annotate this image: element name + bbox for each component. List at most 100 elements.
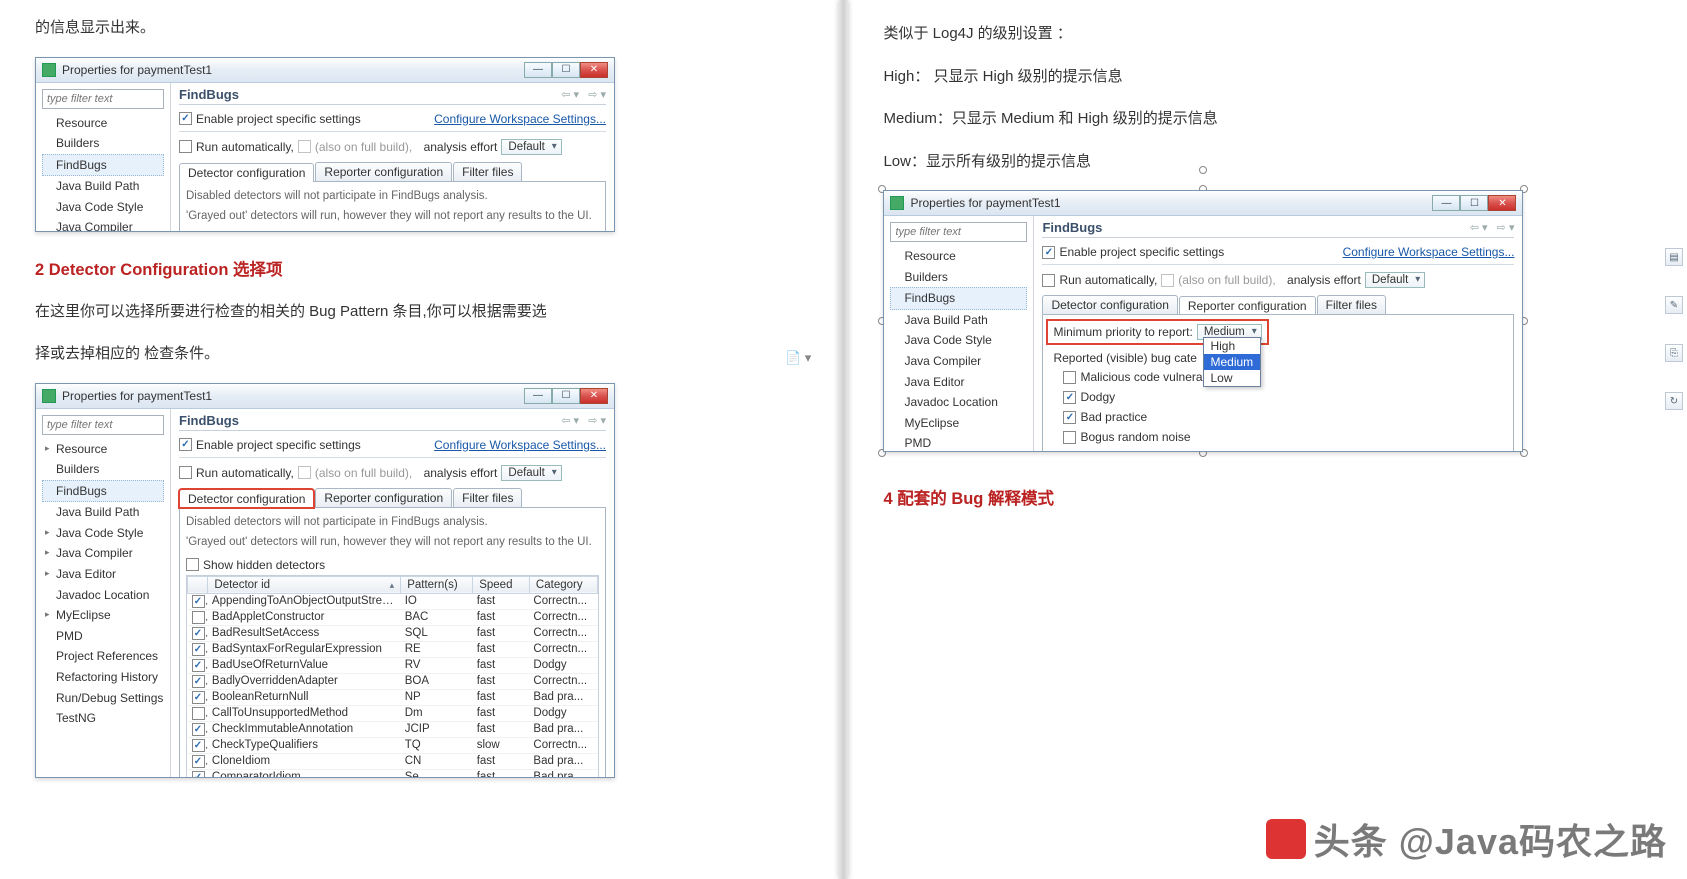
effort-combo[interactable]: Default: [1365, 272, 1425, 288]
tree-item[interactable]: MyEclipse: [890, 413, 1027, 434]
table-row[interactable]: BadSyntaxForRegularExpressionREfastCorre…: [188, 641, 598, 657]
editor-side-toolbar[interactable]: ▤ ✎ ⎘ ↻: [1665, 248, 1685, 410]
tab-filter-files[interactable]: Filter files: [453, 488, 522, 507]
effort-combo[interactable]: Default: [501, 139, 561, 155]
col-speed[interactable]: Speed: [473, 576, 530, 593]
category-row[interactable]: Malicious code vulnera: [1063, 367, 1507, 387]
table-row[interactable]: CheckTypeQualifiersTQslowCorrectn...: [188, 737, 598, 753]
table-row[interactable]: BadlyOverriddenAdapterBOAfastCorrectn...: [188, 673, 598, 689]
tab-reporter-config[interactable]: Reporter configuration: [315, 162, 452, 181]
titlebar[interactable]: Properties for paymentTest1 — ☐ ✕: [36, 58, 614, 83]
tree-item[interactable]: Builders: [42, 133, 164, 154]
table-row[interactable]: CloneIdiomCNfastBad pra...: [188, 753, 598, 769]
row-checkbox[interactable]: [192, 675, 205, 688]
table-row[interactable]: BadResultSetAccessSQLfastCorrectn...: [188, 625, 598, 641]
tree-item[interactable]: Java Editor: [42, 564, 164, 585]
refresh-icon[interactable]: ↻: [1665, 392, 1683, 410]
tree-item[interactable]: MyEclipse: [42, 605, 164, 626]
tab-detector-config[interactable]: Detector configuration: [179, 489, 314, 508]
maximize-button[interactable]: ☐: [1460, 195, 1488, 211]
minimize-button[interactable]: —: [524, 388, 552, 404]
tab-filter-files[interactable]: Filter files: [1317, 295, 1386, 314]
row-checkbox[interactable]: [192, 611, 205, 624]
tab-reporter-config[interactable]: Reporter configuration: [1179, 296, 1316, 315]
close-button[interactable]: ✕: [580, 388, 608, 404]
opt-high[interactable]: High: [1204, 338, 1260, 354]
run-auto-checkbox[interactable]: [1042, 274, 1055, 287]
table-row[interactable]: BooleanReturnNullNPfastBad pra...: [188, 689, 598, 705]
table-row[interactable]: ComparatorIdiomSefastBad pra...: [188, 769, 598, 777]
tab-filter-files[interactable]: Filter files: [453, 162, 522, 181]
nav-icons[interactable]: ⇦ ▾ ⇨ ▾: [561, 414, 606, 427]
row-checkbox[interactable]: [192, 659, 205, 672]
tree-item[interactable]: FindBugs: [890, 287, 1027, 310]
row-checkbox[interactable]: [192, 771, 205, 778]
row-checkbox[interactable]: [192, 707, 205, 720]
comment-icon[interactable]: ✎: [1665, 296, 1683, 314]
tree-item[interactable]: Java Editor: [890, 372, 1027, 393]
filter-input[interactable]: [42, 415, 164, 435]
opt-medium[interactable]: Medium: [1204, 354, 1260, 370]
category-checkbox[interactable]: [1063, 411, 1076, 424]
show-hidden-checkbox[interactable]: [186, 558, 199, 571]
tree-item[interactable]: PMD: [42, 626, 164, 647]
category-row[interactable]: Dodgy: [1063, 387, 1507, 407]
category-checkbox[interactable]: [1063, 431, 1076, 444]
close-button[interactable]: ✕: [580, 62, 608, 78]
tree-item[interactable]: PMD: [890, 433, 1027, 452]
category-checkbox[interactable]: [1063, 391, 1076, 404]
tree-item[interactable]: Refactoring History: [42, 667, 164, 688]
run-auto-checkbox[interactable]: [179, 466, 192, 479]
tree-item[interactable]: Builders: [42, 459, 164, 480]
tree-item[interactable]: Resource: [890, 246, 1027, 267]
tree-item[interactable]: TestNG: [42, 708, 164, 729]
tree-item[interactable]: Java Build Path: [890, 310, 1027, 331]
col-category[interactable]: Category: [529, 576, 597, 593]
table-row[interactable]: CheckImmutableAnnotationJCIPfastBad pra.…: [188, 721, 598, 737]
filter-input[interactable]: [890, 222, 1027, 242]
tree-item[interactable]: Java Build Path: [42, 176, 164, 197]
enable-checkbox[interactable]: [179, 438, 192, 451]
tree-item[interactable]: Resource: [42, 113, 164, 134]
row-checkbox[interactable]: [192, 739, 205, 752]
titlebar[interactable]: Properties for paymentTest1 — ☐ ✕: [36, 384, 614, 409]
tree-item[interactable]: Project References: [42, 646, 164, 667]
row-checkbox[interactable]: [192, 627, 205, 640]
row-checkbox[interactable]: [192, 755, 205, 768]
layout-icon[interactable]: ▤: [1665, 248, 1683, 266]
nav-icons[interactable]: ⇦ ▾ ⇨ ▾: [561, 88, 606, 101]
table-row[interactable]: BadAppletConstructorBACfastCorrectn...: [188, 609, 598, 625]
tab-detector-config[interactable]: Detector configuration: [1042, 295, 1177, 314]
close-button[interactable]: ✕: [1488, 195, 1516, 211]
opt-low[interactable]: Low: [1204, 370, 1260, 386]
row-checkbox[interactable]: [192, 643, 205, 656]
cfg-workspace-link[interactable]: Configure Workspace Settings...: [434, 112, 606, 126]
tree-item[interactable]: Java Code Style: [42, 197, 164, 218]
category-row[interactable]: Bad practice: [1063, 407, 1507, 427]
table-row[interactable]: CallToUnsupportedMethodDmfastDodgy: [188, 705, 598, 721]
tree-item[interactable]: Run/Debug Settings: [42, 688, 164, 709]
chain-icon[interactable]: ⎘: [1665, 344, 1683, 362]
nav-icons[interactable]: ⇦ ▾ ⇨ ▾: [1470, 221, 1515, 234]
tree-item[interactable]: FindBugs: [42, 154, 164, 177]
tree-item[interactable]: Java Code Style: [890, 330, 1027, 351]
tree-item[interactable]: Builders: [890, 267, 1027, 288]
cfg-workspace-link[interactable]: Configure Workspace Settings...: [1343, 245, 1515, 259]
tree-item[interactable]: Resource: [42, 439, 164, 460]
tree-item[interactable]: Java Code Style: [42, 523, 164, 544]
enable-checkbox[interactable]: [1042, 246, 1055, 259]
run-auto-checkbox[interactable]: [179, 140, 192, 153]
tree-item[interactable]: Javadoc Location: [890, 392, 1027, 413]
tab-detector-config[interactable]: Detector configuration: [179, 163, 314, 182]
tree-item[interactable]: Java Compiler: [42, 217, 164, 231]
filter-input[interactable]: [42, 89, 164, 109]
table-row[interactable]: BadUseOfReturnValueRVfastDodgy: [188, 657, 598, 673]
enable-checkbox[interactable]: [179, 112, 192, 125]
maximize-button[interactable]: ☐: [552, 62, 580, 78]
minimize-button[interactable]: —: [524, 62, 552, 78]
minprio-dropdown[interactable]: High Medium Low: [1203, 337, 1261, 387]
tree-item[interactable]: FindBugs: [42, 480, 164, 503]
row-checkbox[interactable]: [192, 691, 205, 704]
minimize-button[interactable]: —: [1432, 195, 1460, 211]
category-row[interactable]: Bogus random noise: [1063, 427, 1507, 447]
